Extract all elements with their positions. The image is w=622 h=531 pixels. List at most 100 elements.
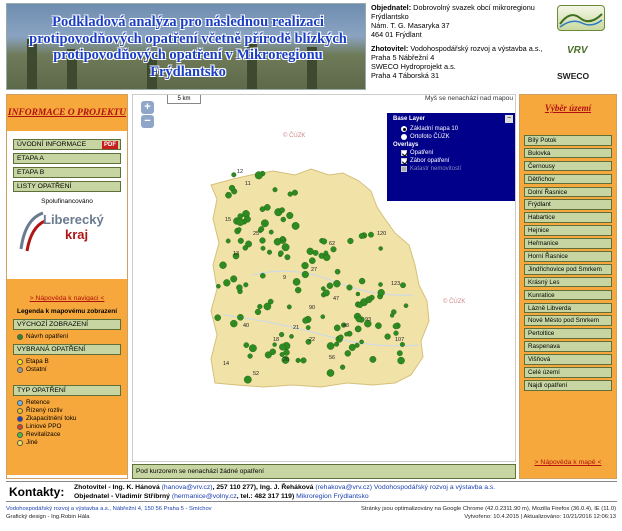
measure-point[interactable] — [236, 227, 242, 232]
listy-opatreni-button[interactable]: LISTY OPATŘENÍ — [13, 181, 121, 192]
map-help-link[interactable]: > Nápověda k mapě < — [520, 459, 616, 466]
measure-point[interactable] — [237, 213, 244, 219]
measure-point[interactable] — [377, 289, 385, 297]
overlay-opatreni[interactable]: Opatření — [387, 149, 515, 157]
checkbox-icon[interactable] — [401, 158, 407, 164]
measure-point[interactable] — [242, 245, 249, 251]
area-item[interactable]: Lázně Libverda — [524, 302, 612, 314]
measure-point[interactable] — [384, 333, 391, 340]
measure-point[interactable] — [344, 350, 352, 357]
measure-point[interactable] — [260, 245, 266, 251]
measure-point[interactable] — [228, 184, 236, 192]
area-item[interactable]: Višňová — [524, 354, 612, 365]
measure-point[interactable] — [393, 330, 399, 336]
measure-point[interactable] — [278, 250, 284, 256]
measure-point[interactable] — [346, 284, 353, 291]
area-item[interactable]: Horní Řasnice — [524, 251, 612, 262]
measure-point[interactable] — [400, 282, 406, 289]
measure-point[interactable] — [286, 304, 292, 310]
measure-point[interactable] — [368, 294, 375, 301]
measure-point[interactable] — [268, 229, 274, 235]
measure-point[interactable] — [247, 353, 253, 359]
measure-point[interactable] — [273, 238, 282, 246]
measure-point[interactable] — [231, 172, 237, 178]
measure-point[interactable] — [312, 249, 319, 256]
measure-point[interactable] — [279, 343, 287, 351]
measure-point[interactable] — [334, 341, 340, 347]
measure-point[interactable] — [392, 323, 399, 330]
measure-point[interactable] — [320, 286, 326, 291]
measure-point[interactable] — [272, 342, 277, 347]
measure-point[interactable] — [369, 355, 377, 363]
base-zakladni-mapa[interactable]: Základní mapa 10 — [387, 125, 515, 133]
navigation-help-link[interactable]: > Nápověda k navigaci < — [7, 295, 127, 302]
measure-point[interactable] — [280, 236, 286, 242]
measure-point[interactable] — [306, 247, 314, 255]
measure-point[interactable] — [358, 277, 366, 285]
measure-point[interactable] — [359, 339, 364, 345]
left-panel-title[interactable]: INFORMACE O PROJEKTU — [7, 95, 127, 131]
measure-point[interactable] — [358, 233, 365, 239]
measure-point[interactable] — [291, 189, 298, 196]
measure-point[interactable] — [300, 357, 307, 364]
area-item[interactable]: Dětřichov — [524, 173, 612, 185]
area-item[interactable]: Černousy — [524, 160, 612, 172]
measure-point[interactable] — [347, 237, 354, 245]
measure-point[interactable] — [334, 268, 341, 275]
measure-point[interactable] — [333, 324, 341, 332]
radio-icon[interactable] — [401, 126, 407, 132]
measure-point[interactable] — [254, 171, 263, 180]
measure-point[interactable] — [236, 284, 243, 291]
measure-point[interactable] — [225, 238, 231, 244]
measure-point[interactable] — [308, 257, 316, 264]
measure-point[interactable] — [286, 211, 294, 219]
area-item[interactable]: Pertoltice — [524, 328, 612, 339]
etapa-a-button[interactable]: ETAPA A — [13, 153, 121, 164]
measure-point[interactable] — [301, 270, 309, 279]
area-item[interactable]: Jindřichovice pod Smrkem — [524, 263, 612, 275]
measure-point[interactable] — [237, 313, 244, 321]
zoom-out-button[interactable]: − — [141, 115, 154, 128]
measure-point[interactable] — [355, 316, 362, 323]
area-item[interactable]: Kunratice — [524, 289, 612, 301]
measure-point[interactable] — [260, 219, 269, 228]
company-link[interactable]: Mikroregion Frýdlantsko — [296, 493, 369, 500]
vybrana-opatreni-button[interactable]: VYBRANÁ OPATŘENÍ — [13, 344, 121, 355]
area-item[interactable]: Najdi opatření — [524, 379, 612, 391]
measure-point[interactable] — [279, 207, 285, 213]
measure-point[interactable] — [375, 322, 382, 329]
measure-point[interactable] — [243, 375, 252, 384]
measure-point[interactable] — [280, 216, 287, 223]
zoom-in-button[interactable]: + — [141, 101, 154, 114]
measure-point[interactable] — [260, 272, 266, 279]
measure-point[interactable] — [258, 226, 265, 233]
radio-icon[interactable] — [401, 134, 407, 140]
measure-point[interactable] — [254, 308, 262, 316]
overlay-zabor[interactable]: Zábor opatření — [387, 157, 515, 165]
measure-point[interactable] — [326, 369, 335, 377]
measure-point[interactable] — [368, 231, 374, 238]
minimize-icon[interactable]: − — [505, 115, 513, 123]
measure-point[interactable] — [397, 356, 405, 365]
measure-point[interactable] — [330, 246, 337, 253]
measure-point[interactable] — [333, 279, 341, 288]
measure-point[interactable] — [320, 314, 326, 319]
measure-point[interactable] — [243, 282, 249, 288]
measure-point[interactable] — [230, 319, 238, 328]
measure-point[interactable] — [284, 254, 291, 261]
measure-point[interactable] — [326, 282, 334, 289]
measure-point[interactable] — [302, 317, 309, 324]
measure-point[interactable] — [295, 357, 301, 363]
measure-point[interactable] — [378, 246, 383, 251]
typ-opatreni-button[interactable]: TYP OPATŘENÍ — [13, 385, 121, 396]
email-link[interactable]: (hanova@vrv.cz) — [162, 484, 213, 491]
measure-point[interactable] — [378, 282, 383, 287]
measure-point[interactable] — [223, 279, 231, 287]
overlay-katastr[interactable]: Katastr nemovitostí — [387, 165, 515, 173]
measure-point[interactable] — [292, 278, 301, 286]
measure-point[interactable] — [326, 342, 335, 350]
uvodni-informace-button[interactable]: ÚVODNÍ INFORMACE PDF — [13, 139, 121, 150]
area-item[interactable]: Hejnice — [524, 225, 612, 236]
measure-point[interactable] — [287, 191, 293, 197]
measure-point[interactable] — [340, 364, 346, 370]
